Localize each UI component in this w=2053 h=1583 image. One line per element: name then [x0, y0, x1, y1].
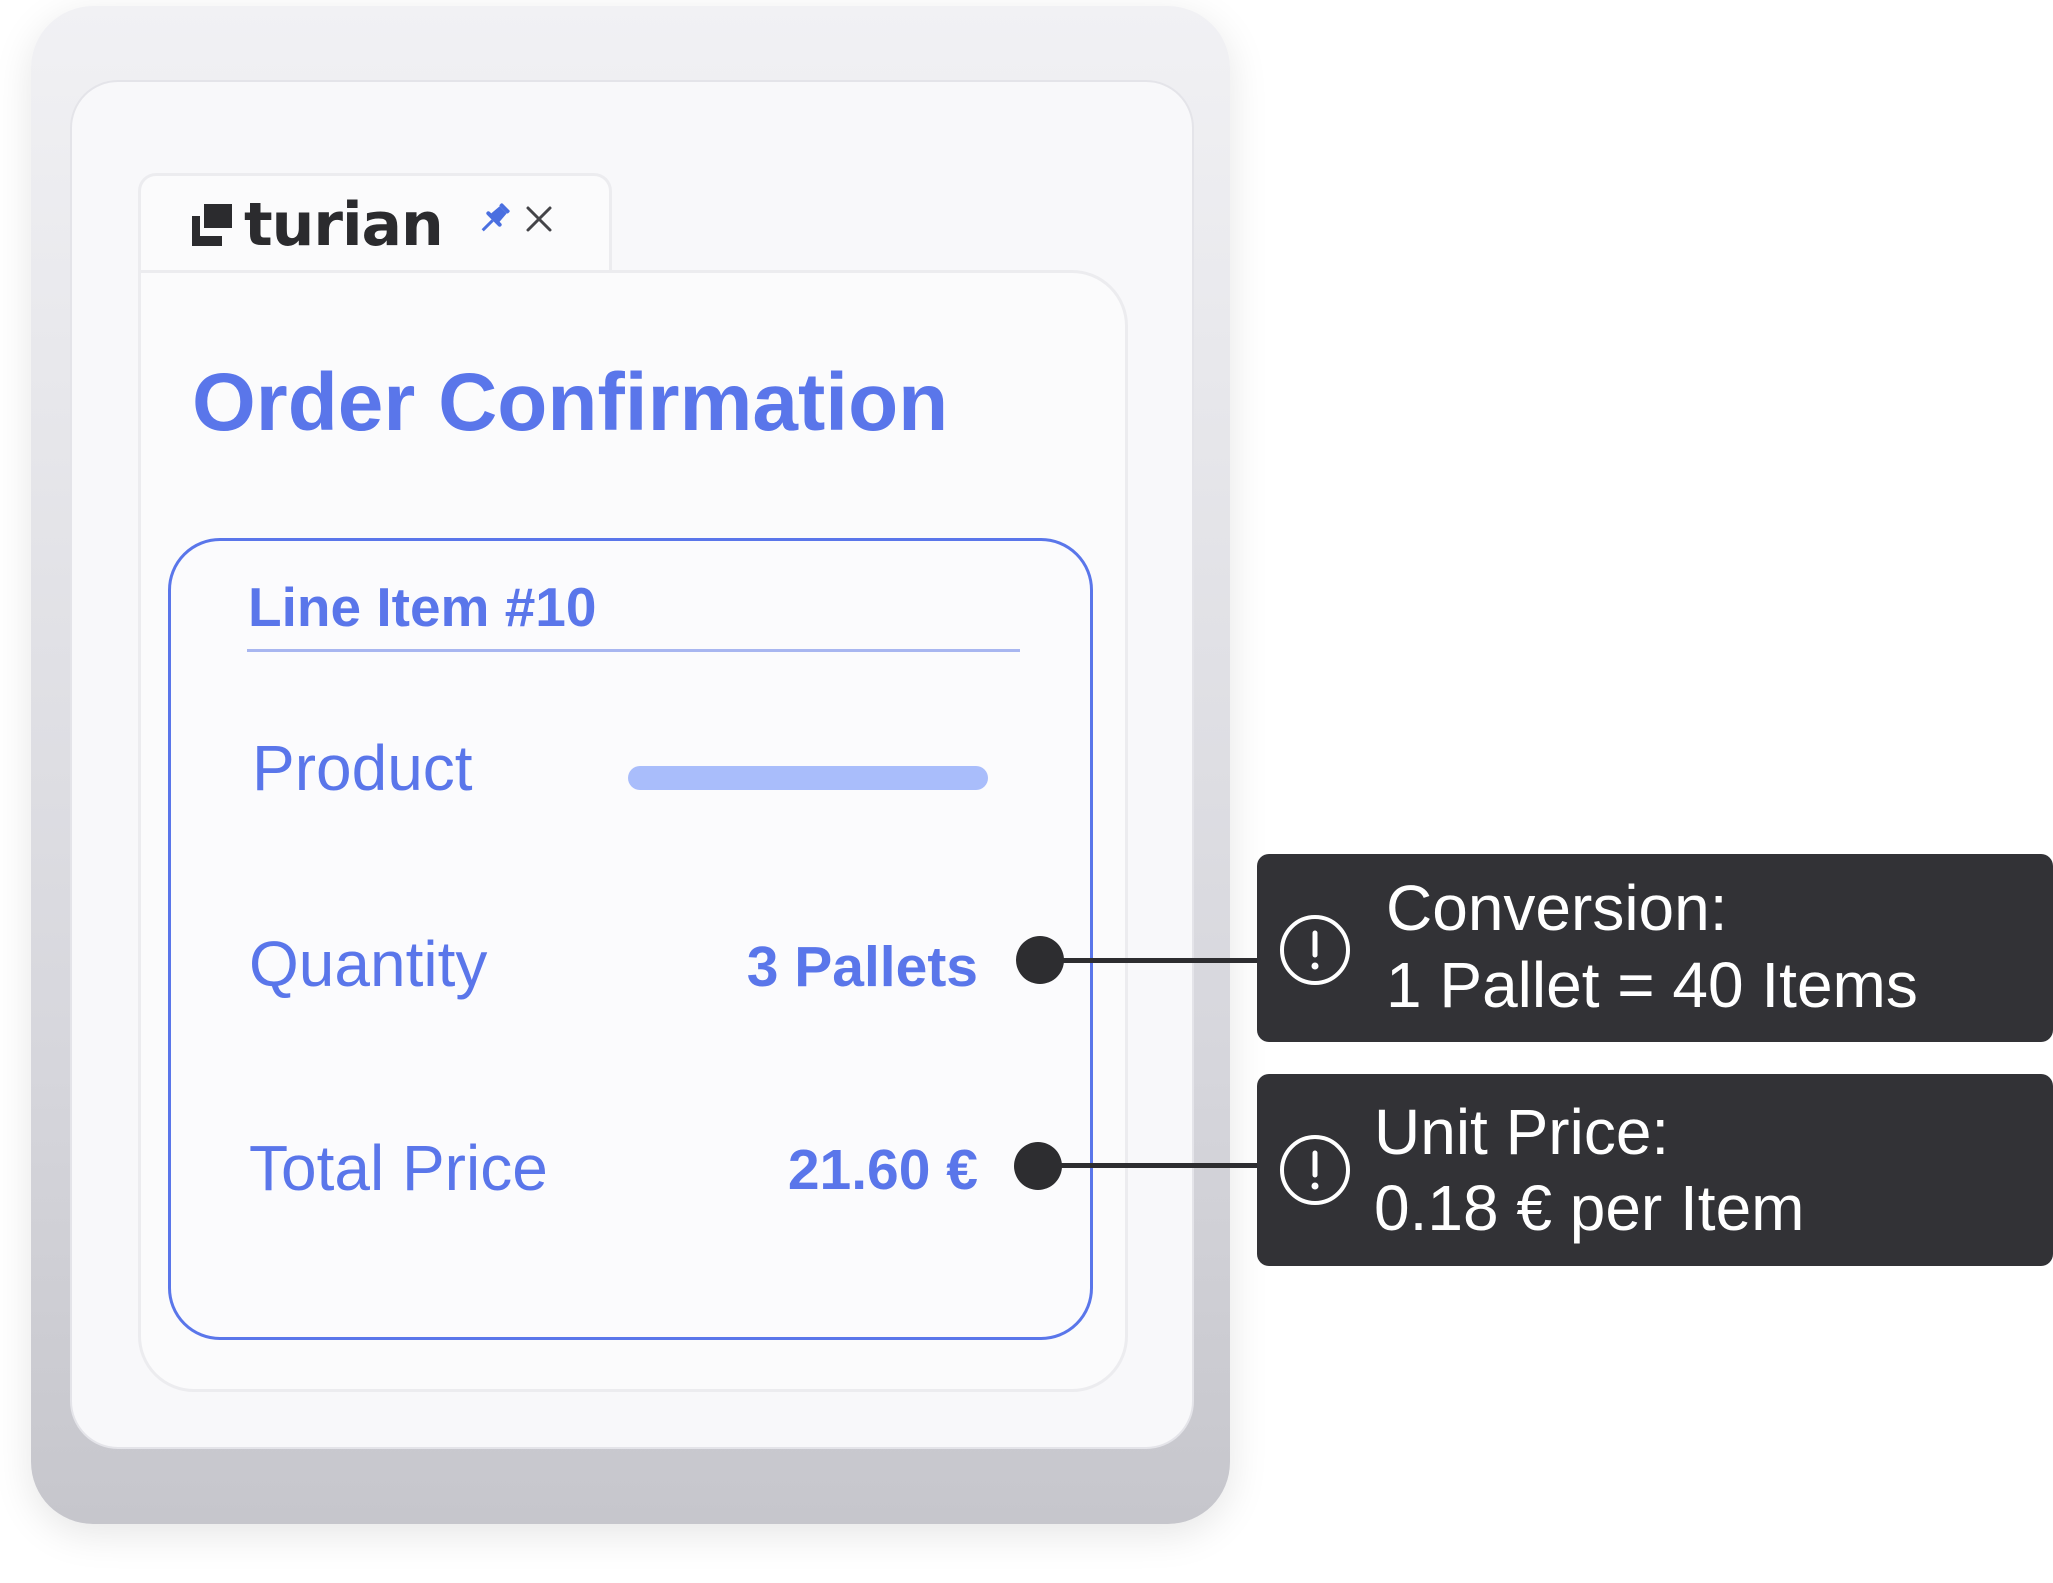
- close-icon[interactable]: [524, 204, 554, 234]
- line-item-divider: [247, 649, 1020, 652]
- brand-logo: turian: [190, 195, 444, 255]
- price-connector-line: [1058, 1163, 1260, 1168]
- quantity-label: Quantity: [249, 928, 488, 1000]
- unit-price-tooltip-text: 0.18 € per Item: [1374, 1172, 1805, 1244]
- quantity-connector-line: [1060, 958, 1260, 963]
- quantity-value: 3 Pallets: [746, 935, 978, 999]
- conversion-tooltip-text: 1 Pallet = 40 Items: [1386, 949, 1918, 1021]
- page-title: Order Confirmation: [192, 357, 949, 448]
- brand-name: turian: [244, 190, 444, 260]
- turian-logo-icon: [192, 204, 232, 246]
- product-value-placeholder: [628, 766, 988, 790]
- price-connector-dot: [1014, 1142, 1062, 1190]
- line-item-title: Line Item #10: [248, 576, 597, 638]
- alert-circle-icon: [1280, 1135, 1350, 1205]
- unit-price-tooltip: Unit Price: 0.18 € per Item: [1257, 1074, 2053, 1266]
- conversion-tooltip: Conversion: 1 Pallet = 40 Items: [1257, 854, 2053, 1042]
- conversion-tooltip-title: Conversion:: [1386, 872, 1728, 944]
- total-price-label: Total Price: [249, 1132, 548, 1204]
- quantity-connector-dot: [1016, 936, 1064, 984]
- alert-circle-icon: [1280, 915, 1350, 985]
- unit-price-tooltip-title: Unit Price:: [1374, 1096, 1670, 1168]
- total-price-value: 21.60 €: [787, 1138, 978, 1202]
- product-label: Product: [252, 732, 473, 804]
- pin-icon[interactable]: [476, 200, 512, 238]
